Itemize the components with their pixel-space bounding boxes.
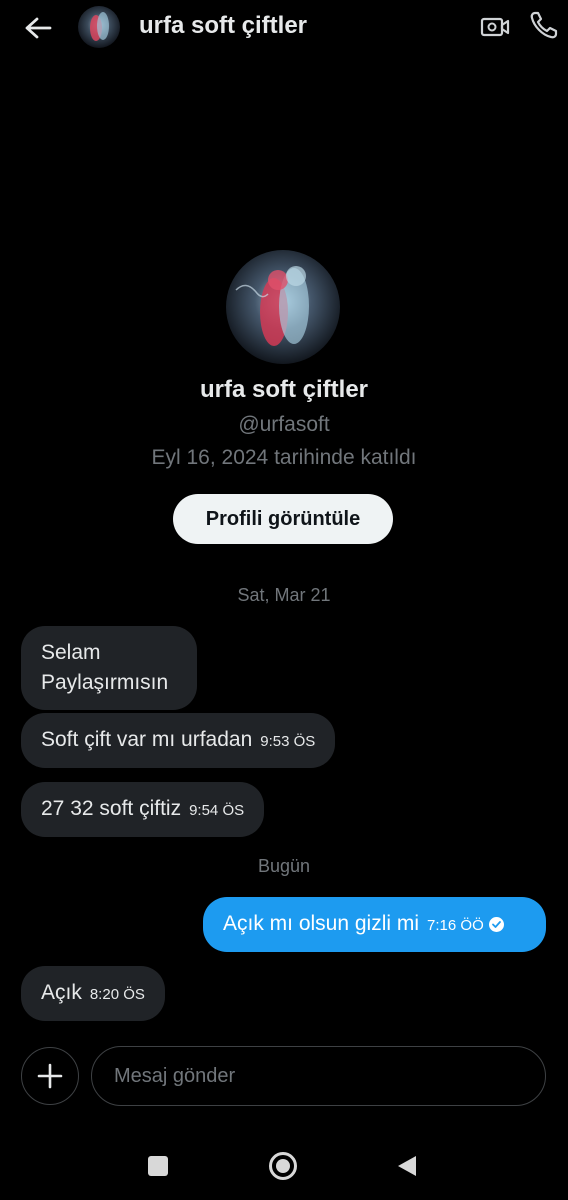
message-text: Paylaşırmısın bbox=[41, 671, 169, 694]
arrow-left-icon bbox=[25, 17, 52, 39]
message-text: Açık mı olsun gizli mi bbox=[223, 912, 420, 935]
profile-avatar[interactable] bbox=[226, 250, 340, 364]
triangle-back-icon bbox=[398, 1156, 416, 1176]
message-time: 7:16 ÖÖ bbox=[427, 917, 484, 934]
video-call-button[interactable] bbox=[478, 10, 514, 46]
message-text: Selam bbox=[41, 641, 101, 664]
incoming-message[interactable]: Soft çift var mı urfadan 9:53 ÖS bbox=[21, 713, 336, 768]
profile-name: urfa soft çiftler bbox=[199, 376, 369, 403]
read-check-icon bbox=[488, 917, 504, 932]
message-time: 9:54 ÖS bbox=[189, 802, 245, 819]
incoming-message[interactable]: Selam Paylaşırmısın bbox=[21, 626, 197, 710]
outgoing-message[interactable]: Açık mı olsun gizli mi 7:16 ÖÖ bbox=[203, 897, 546, 952]
message-text: Soft çift var mı urfadan bbox=[41, 728, 253, 751]
header-title[interactable]: urfa soft çiftler bbox=[139, 12, 307, 40]
view-profile-button[interactable]: Profili görüntüle bbox=[173, 494, 393, 544]
conversation-header: urfa soft çiftler bbox=[0, 0, 568, 56]
video-camera-icon bbox=[480, 17, 510, 37]
message-text: Açık bbox=[41, 981, 82, 1004]
header-avatar[interactable] bbox=[78, 6, 120, 48]
back-button[interactable] bbox=[20, 10, 56, 46]
message-time: 9:53 ÖS bbox=[260, 733, 316, 750]
message-input[interactable] bbox=[91, 1046, 546, 1106]
date-separator: Sat, Mar 21 bbox=[237, 585, 331, 605]
incoming-message[interactable]: 27 32 soft çiftiz 9:54 ÖS bbox=[21, 782, 265, 837]
message-text: 27 32 soft çiftiz bbox=[41, 797, 182, 820]
profile-joined-date: Eyl 16, 2024 tarihinde katıldı bbox=[151, 446, 417, 469]
add-attachment-button[interactable] bbox=[21, 1047, 79, 1105]
dm-conversation-screen: urfa soft çiftler urfa soft çiftler @urf… bbox=[0, 0, 568, 1200]
date-separator: Bugün bbox=[257, 856, 311, 876]
message-time: 8:20 ÖS bbox=[89, 986, 145, 1003]
home-button[interactable] bbox=[269, 1152, 297, 1180]
voice-call-button[interactable] bbox=[527, 8, 563, 44]
system-back-button[interactable] bbox=[396, 1154, 418, 1178]
recent-apps-button[interactable] bbox=[148, 1156, 168, 1176]
plus-icon bbox=[37, 1063, 63, 1089]
profile-handle: @urfasoft bbox=[238, 413, 330, 436]
phone-icon bbox=[530, 11, 558, 39]
incoming-message[interactable]: Açık 8:20 ÖS bbox=[21, 966, 165, 1021]
